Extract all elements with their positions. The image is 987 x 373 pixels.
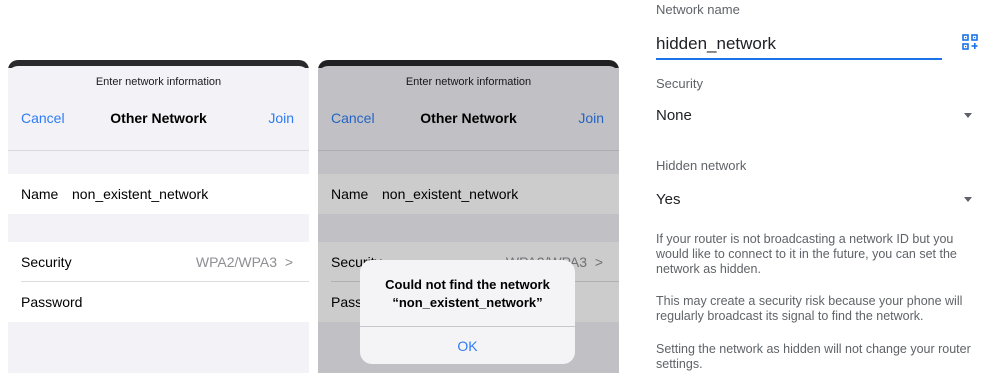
alert-message-line2: “non_existent_network” xyxy=(392,295,543,310)
hidden-network-selected-value: Yes xyxy=(656,191,681,208)
password-label: Password xyxy=(21,294,83,310)
prompt-text: Enter network information xyxy=(95,76,222,88)
dropdown-arrow-icon xyxy=(964,113,972,118)
security-row[interactable]: Security WPA2/WPA3 > xyxy=(8,242,309,282)
hidden-network-label: Hidden network xyxy=(656,158,747,173)
join-button[interactable]: Join xyxy=(268,110,294,126)
hidden-network-info: If your router is not broadcasting a net… xyxy=(656,232,957,276)
security-dropdown[interactable]: None xyxy=(640,100,987,130)
security-risk-info: This may create a security risk because … xyxy=(656,294,963,323)
security-selected-value: None xyxy=(656,107,692,124)
qr-scan-icon[interactable] xyxy=(962,34,978,50)
dropdown-arrow-icon xyxy=(964,197,972,202)
ok-button[interactable]: OK xyxy=(360,338,575,354)
page-title: Other Network xyxy=(110,110,207,126)
hidden-network-dropdown[interactable]: Yes xyxy=(640,184,987,214)
ios-network-form-panel: Enter network information Cancel Other N… xyxy=(8,60,309,373)
form-sheet: Enter network information Cancel Other N… xyxy=(8,66,309,373)
password-field-row[interactable]: Password xyxy=(8,282,309,322)
divider xyxy=(8,150,309,151)
network-name-input[interactable] xyxy=(656,30,942,60)
router-settings-info: Setting the network as hidden will not c… xyxy=(656,342,971,371)
security-value: WPA2/WPA3 > xyxy=(196,254,293,270)
chevron-right-icon: > xyxy=(284,254,293,270)
name-field-row[interactable]: Name non_existent_network xyxy=(8,174,309,214)
name-label: Name xyxy=(21,186,59,202)
security-label: Security xyxy=(656,76,703,91)
ios-network-alert-panel: Enter network information Cancel Other N… xyxy=(318,60,619,373)
error-alert-dialog: Could not find the network “non_existent… xyxy=(360,260,575,364)
alert-message: Could not find the network “non_existent… xyxy=(370,276,565,312)
divider xyxy=(360,326,575,327)
nav-bar: Cancel Other Network Join xyxy=(8,104,309,134)
security-label: Security xyxy=(21,254,72,270)
name-field[interactable]: non_existent_network xyxy=(72,186,208,202)
security-value-text: WPA2/WPA3 xyxy=(195,254,278,270)
network-name-label: Network name xyxy=(656,2,740,17)
android-network-form-panel: Network name Security None Hidden networ… xyxy=(640,0,987,373)
alert-message-line1: Could not find the network xyxy=(385,277,550,292)
